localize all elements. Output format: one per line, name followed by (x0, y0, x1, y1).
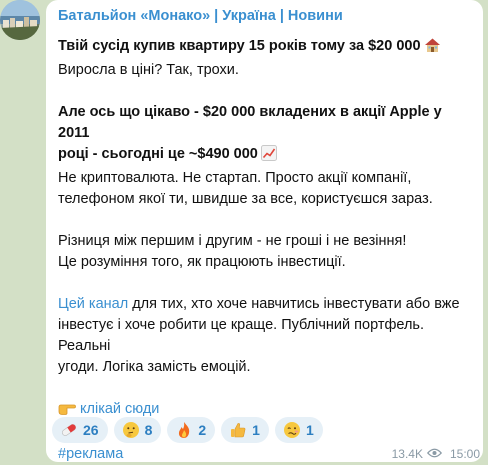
pill-emoji-icon (60, 421, 78, 439)
thinking-face-emoji-icon (122, 421, 140, 439)
reaction-count: 8 (144, 422, 153, 438)
message-line: Але ось що цікаво - $20 000 вкладених в … (58, 104, 442, 141)
message-line: інвестує і хоче робити це краще. Публічн… (58, 317, 425, 354)
message-line: Цей канал для тих, хто хоче навчитись ін… (58, 294, 471, 315)
channel-avatar[interactable] (0, 0, 40, 40)
message-line: Виросла в ціні? Так, трохи. (58, 62, 239, 78)
fire-emoji-icon (175, 421, 193, 439)
text-line3b: році - сьогодні це ~$490 000 (58, 146, 258, 162)
message-line: Твій сусід купив квартиру 15 років тому … (58, 36, 471, 60)
message-meta: 13.4K 15:00 (392, 447, 480, 461)
reaction-woozy[interactable]: 1 (274, 417, 323, 443)
chat-view: Батальйон «Монако» | Україна | Новини Тв… (0, 0, 488, 465)
reaction-count: 1 (305, 422, 314, 438)
house-emoji-icon (424, 37, 441, 60)
message-line: Не криптовалюта. Не стартап. Просто акці… (58, 170, 412, 186)
channel-name[interactable]: Батальйон «Монако» | Україна | Новини (58, 7, 471, 25)
reaction-count: 26 (83, 422, 99, 438)
thumbs-up-emoji-icon (229, 421, 247, 439)
woozy-face-emoji-icon (283, 421, 301, 439)
message-line: році - сьогодні це ~$490 000 (58, 144, 471, 168)
message-bubble: Батальйон «Монако» | Україна | Новини Тв… (46, 0, 483, 462)
hashtag-link[interactable]: #реклама (58, 446, 123, 462)
reactions-bar: 26 8 2 1 1 (52, 417, 323, 443)
reaction-thumbs-up[interactable]: 1 (221, 417, 269, 443)
message-line: Різниця між першим і другим - не гроші і… (58, 233, 407, 249)
reaction-fire[interactable]: 2 (167, 417, 216, 443)
message-line: телефоном якої ти, швидше за все, корист… (58, 191, 433, 207)
message-line: угоди. Логіка замість емоцій. (58, 359, 251, 375)
chart-increasing-emoji-icon (260, 145, 277, 168)
message-line: Це розуміння того, як працюють інвестиці… (58, 254, 346, 270)
views-count: 13.4K (391, 447, 423, 461)
eye-icon (426, 447, 443, 461)
click-here-link[interactable]: клікай сюди (80, 401, 159, 417)
reaction-pill[interactable]: 26 (52, 417, 108, 443)
reaction-count: 1 (252, 422, 260, 438)
reaction-thinking[interactable]: 8 (113, 417, 162, 443)
text-line8: для тих, хто хоче навчитись інвестувати … (128, 296, 460, 312)
reaction-count: 2 (198, 422, 207, 438)
channel-link[interactable]: Цей канал (58, 296, 128, 312)
text-line1: Твій сусід купив квартиру 15 років тому … (58, 38, 421, 54)
message-time: 15:00 (449, 447, 480, 461)
message-text: Твій сусід купив квартиру 15 років тому … (58, 36, 471, 465)
